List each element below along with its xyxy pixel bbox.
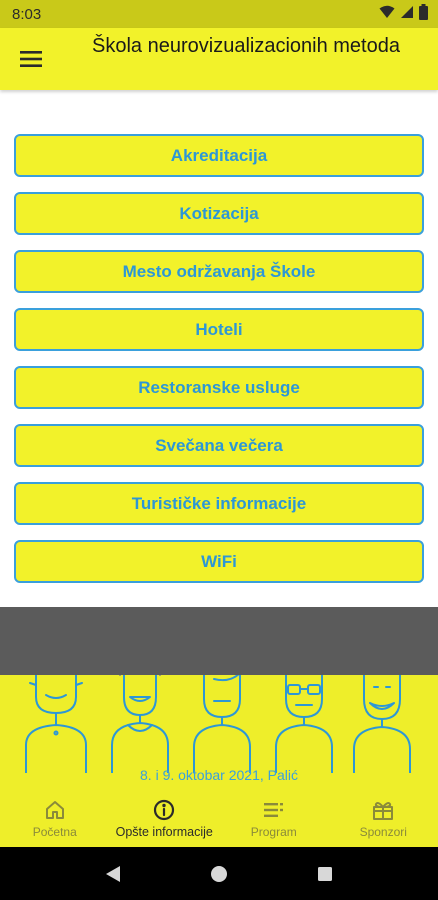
system-navigation-bar [0,847,438,900]
event-date-text: 8. i 9. oktobar 2021, Palić [140,767,298,783]
nav-item-opste-informacije[interactable]: Opšte informacije [110,795,220,847]
people-illustration [25,675,411,773]
person-2-figure [111,675,169,773]
person-3-figure [193,675,251,773]
back-button[interactable] [98,859,128,889]
nav-label-sponzori: Sponzori [359,825,407,839]
menu-item-restoranske-usluge[interactable]: Restoranske usluge [14,366,424,409]
home-icon [44,799,66,821]
menu-item-svecana-vecera[interactable]: Svečana večera [14,424,424,467]
info-menu-list: Akreditacija Kotizacija Mesto održavanja… [14,134,424,598]
nav-item-program[interactable]: Program [219,795,329,847]
status-icons [379,4,428,24]
menu-item-wifi[interactable]: WiFi [14,540,424,583]
person-1-figure [25,675,87,773]
menu-item-turisticke-informacije[interactable]: Turističke informacije [14,482,424,525]
signal-icon [400,5,414,23]
hamburger-icon [20,51,42,67]
recents-button[interactable] [310,859,340,889]
person-4-figure [275,675,333,773]
bottom-navigation: Početna Opšte informacije Program Sponzo… [0,795,438,847]
recents-square-icon [318,866,332,881]
nav-label-pocetna: Početna [32,825,77,839]
app-bar: Škola neurovizualizacionih metoda [0,28,438,90]
menu-item-akreditacija[interactable]: Akreditacija [14,134,424,177]
person-5-figure [353,675,411,773]
nav-label-program: Program [250,825,297,839]
battery-icon [419,4,428,24]
nav-item-pocetna[interactable]: Početna [0,795,110,847]
menu-item-hoteli[interactable]: Hoteli [14,308,424,351]
page-title: Škola neurovizualizacionih metoda [92,35,400,57]
list-icon [263,799,285,821]
info-icon [153,799,175,821]
status-time: 8:03 [12,5,42,23]
banner-gray-band [0,607,438,675]
hamburger-menu-button[interactable] [16,46,46,72]
menu-item-mesto-odrzavanja[interactable]: Mesto održavanja Škole [14,250,424,293]
menu-item-kotizacija[interactable]: Kotizacija [14,192,424,235]
home-circle-icon [211,865,227,882]
home-button[interactable] [204,859,234,889]
nav-label-opste-informacije: Opšte informacije [115,825,213,839]
nav-item-sponzori[interactable]: Sponzori [329,795,438,847]
event-banner: 8. i 9. oktobar 2021, Palić [0,675,438,795]
gift-icon [372,799,394,821]
status-bar: 8:03 [0,0,438,28]
wifi-icon [379,5,395,23]
back-triangle-icon [106,865,120,882]
